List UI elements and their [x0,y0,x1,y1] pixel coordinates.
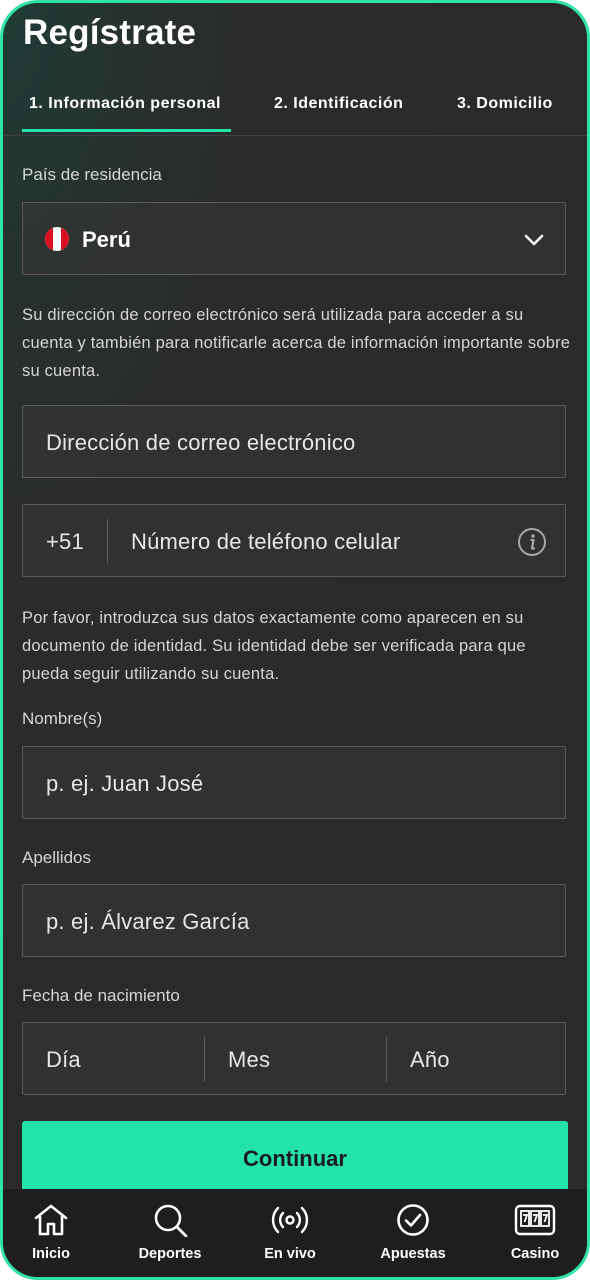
first-name-placeholder: p. ej. Juan José [46,771,204,796]
nav-label-inicio: Inicio [32,1246,70,1262]
date-divider [386,1037,387,1082]
tab-personal-info[interactable]: 1. Información personal [29,95,221,113]
email-placeholder: Dirección de correo electrónico [46,430,356,455]
birth-date-input: Día Mes Año [22,1022,566,1095]
tab-address[interactable]: 3. Domicilio [457,95,553,113]
year-input[interactable]: Año [410,1047,450,1073]
first-name-input[interactable]: p. ej. Juan José [22,746,566,819]
country-select[interactable]: Perú [22,202,566,275]
country-value: Perú [82,227,131,252]
last-name-placeholder: p. ej. Álvarez García [46,909,250,934]
identity-info-text: Por favor, introduzca sus datos exactame… [22,609,526,683]
home-icon [34,1204,68,1236]
page-title: Regístrate [23,13,197,52]
day-input[interactable]: Día [46,1047,81,1073]
phone-prefix[interactable]: +51 [46,529,84,555]
peru-flag-icon [45,227,69,256]
nav-item-casino[interactable]: Casino [480,1203,587,1262]
nav-item-inicio[interactable]: Inicio [3,1203,106,1262]
nav-label-apuestas: Apuestas [380,1246,446,1262]
search-icon [154,1204,188,1237]
bottom-navigation: Inicio Deportes En vivo Apuestas Casino [3,1189,587,1277]
nav-item-en-vivo[interactable]: En vivo [235,1203,345,1262]
email-info-text: Su dirección de correo electrónico será … [22,306,571,380]
live-broadcast-icon [271,1206,309,1234]
last-name-input[interactable]: p. ej. Álvarez García [22,884,566,957]
phone-input[interactable]: +51 Número de teléfono celular [22,504,566,577]
nav-label-deportes: Deportes [138,1246,202,1262]
date-divider [204,1037,205,1082]
phone-divider [107,519,108,564]
chevron-down-icon [523,229,545,256]
country-label: País de residencia [22,165,162,184]
nav-label-en-vivo: En vivo [264,1246,316,1262]
nav-item-deportes[interactable]: Deportes [115,1203,225,1262]
info-icon[interactable] [517,527,547,562]
active-tab-indicator [22,129,231,132]
birth-date-label: Fecha de nacimiento [22,986,180,1005]
email-input[interactable]: Dirección de correo electrónico [22,405,566,478]
tab-identification[interactable]: 2. Identificación [274,95,403,113]
month-input[interactable]: Mes [228,1047,270,1073]
step-tabs: 1. Información personal 2. Identificació… [3,83,587,136]
app-frame: Regístrate 1. Información personal 2. Id… [0,0,590,1280]
first-name-label: Nombre(s) [22,709,103,728]
check-circle-icon [397,1204,429,1236]
nav-item-apuestas[interactable]: Apuestas [358,1203,468,1262]
phone-placeholder: Número de teléfono celular [131,529,401,554]
nav-label-casino: Casino [510,1246,560,1262]
slot-machine-icon [514,1204,556,1236]
last-name-label: Apellidos [22,848,91,867]
